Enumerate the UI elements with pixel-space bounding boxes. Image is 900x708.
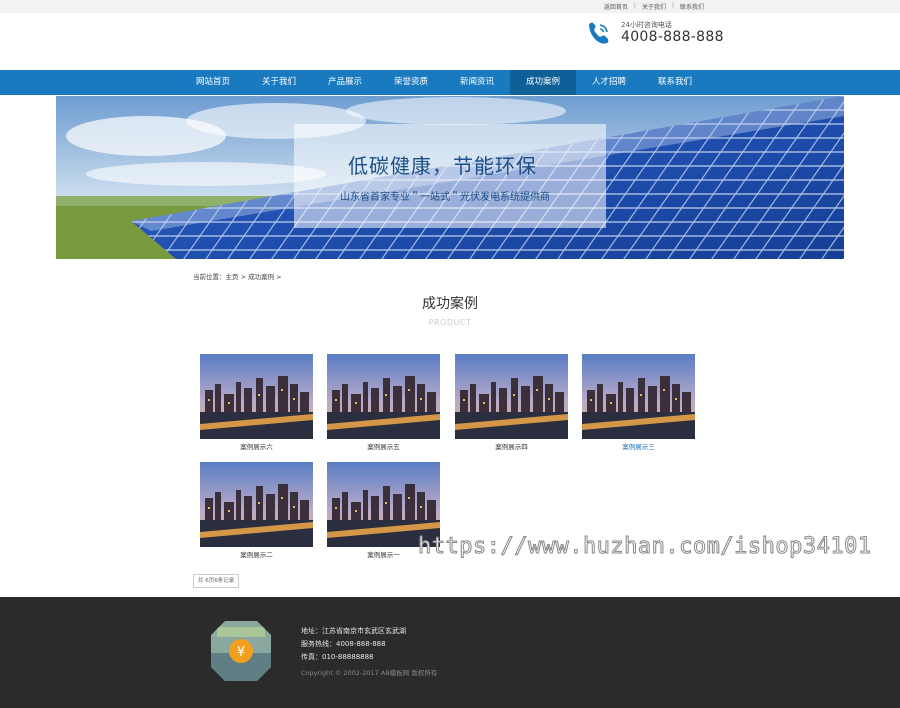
case-item[interactable]: 案例展示六	[200, 354, 313, 451]
banner-title: 低碳健康，节能环保	[348, 154, 537, 178]
footer-service-hotline: 服务热线：4008-888-888	[301, 640, 386, 648]
case-caption[interactable]: 案例展示五	[327, 441, 440, 451]
svg-text:¥: ¥	[237, 645, 245, 660]
footer-address: 地址：江苏省南京市玄武区玄武湖	[301, 627, 406, 635]
case-caption[interactable]: 案例展示四	[455, 441, 568, 451]
city-thumbnail[interactable]	[582, 354, 695, 439]
case-caption[interactable]: 案例展示六	[200, 441, 313, 451]
case-item[interactable]: 案例展示五	[327, 354, 440, 451]
city-thumbnail[interactable]	[200, 354, 313, 439]
nav-about[interactable]: 关于我们	[246, 70, 312, 95]
footer-fax: 传真：010-88888888	[301, 653, 374, 661]
footer-copyright: Copyright © 2002-2017 AB模板网 版权所有	[301, 669, 438, 677]
case-item[interactable]: 案例展示二	[200, 462, 313, 559]
city-thumbnail[interactable]	[200, 462, 313, 547]
nav-news[interactable]: 新闻资讯	[444, 70, 510, 95]
top-bar: 返回首页 | 关于我们 | 联系我们	[0, 0, 900, 13]
nav-honors[interactable]: 荣誉资质	[378, 70, 444, 95]
nav-contact[interactable]: 联系我们	[642, 70, 708, 95]
divider: |	[633, 2, 636, 9]
top-link-home[interactable]: 返回首页	[604, 2, 628, 11]
nav-cases[interactable]: 成功案例	[510, 70, 576, 95]
top-links: 返回首页 | 关于我们 | 联系我们	[604, 2, 704, 11]
watermark: https://www.huzhan.com/ishop34101	[418, 534, 872, 560]
divider: |	[671, 2, 674, 9]
case-caption[interactable]: 案例展示二	[200, 549, 313, 559]
case-caption[interactable]: 案例展示三	[582, 441, 695, 451]
banner-subtitle: 山东省首家专业＂一站式＂光伏发电系统提供商	[340, 192, 550, 203]
case-item[interactable]: 案例展示三	[582, 354, 695, 451]
city-thumbnail[interactable]	[455, 354, 568, 439]
nav-home[interactable]: 网站首页	[180, 70, 246, 95]
header	[0, 13, 900, 70]
hotline-number: 4008-888-888	[621, 29, 724, 45]
breadcrumb: 当前位置：主页 > 成功案例 >	[193, 273, 282, 281]
footer	[0, 597, 900, 708]
phone-icon	[589, 22, 609, 44]
nav-jobs[interactable]: 人才招聘	[576, 70, 642, 95]
case-item[interactable]: 案例展示四	[455, 354, 568, 451]
nav-products[interactable]: 产品展示	[312, 70, 378, 95]
page-title: 成功案例	[422, 296, 478, 312]
top-link-contact[interactable]: 联系我们	[680, 2, 704, 11]
main-nav: 网站首页 关于我们 产品展示 荣誉资质 新闻资讯 成功案例 人才招聘 联系我们	[0, 70, 900, 95]
pagination-info: 共 6页6条记录	[193, 574, 240, 588]
footer-logo: ¥	[211, 621, 271, 681]
top-link-about[interactable]: 关于我们	[642, 2, 666, 11]
city-thumbnail[interactable]	[327, 354, 440, 439]
page-subtitle: PRODUCT	[428, 318, 472, 327]
